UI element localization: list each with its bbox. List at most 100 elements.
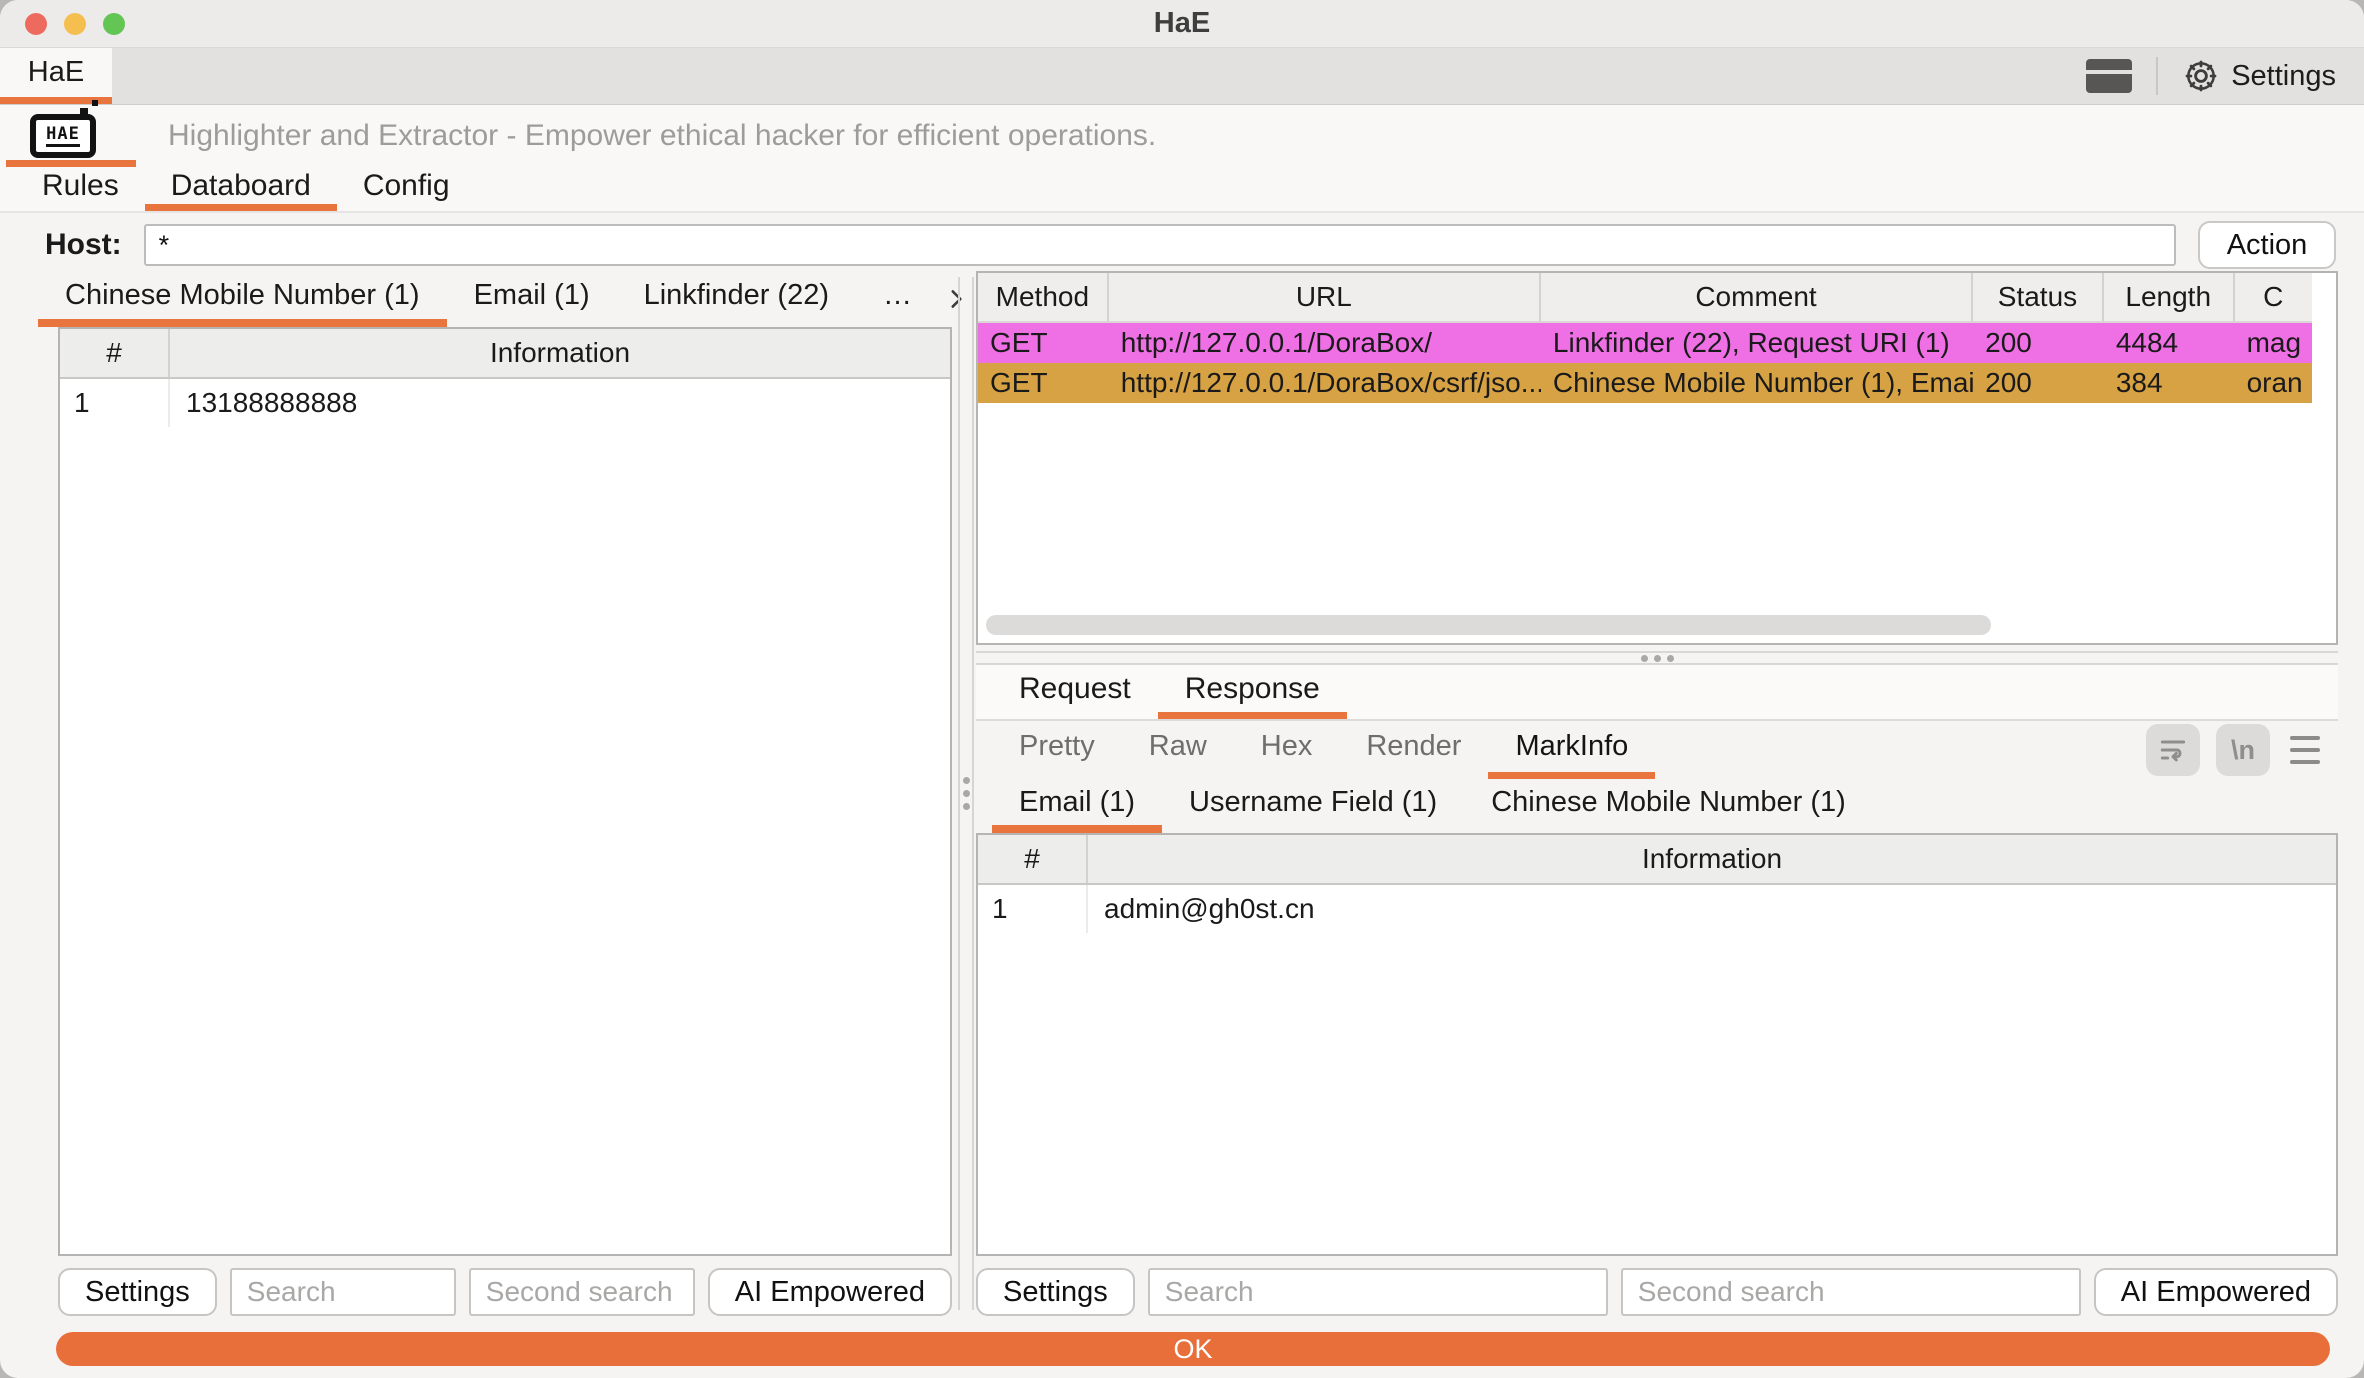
column-header-url[interactable]: URL — [1109, 273, 1541, 321]
traffic-lights — [25, 13, 125, 35]
column-header-color[interactable]: C — [2235, 273, 2312, 321]
tab-linkfinder[interactable]: Linkfinder (22) — [617, 271, 856, 327]
main-content: Chinese Mobile Number (1) Email (1) Link… — [0, 271, 2364, 1320]
section-tab-bar: Rules Databoard Config — [0, 167, 2364, 213]
column-header-method[interactable]: Method — [978, 273, 1109, 321]
cell-length: 4484 — [2104, 323, 2235, 363]
host-label: Host: — [45, 228, 122, 262]
tab-pretty[interactable]: Pretty — [992, 721, 1122, 779]
minimize-window-icon[interactable] — [64, 13, 86, 35]
tab-request[interactable]: Request — [992, 665, 1158, 719]
tab-raw[interactable]: Raw — [1122, 721, 1234, 779]
tab-render[interactable]: Render — [1339, 721, 1488, 779]
ai-empowered-button[interactable]: AI Empowered — [2094, 1268, 2338, 1316]
markinfo-tab-bar: Email (1) Username Field (1) Chinese Mob… — [976, 779, 2338, 833]
host-filter-bar: Host: Action — [0, 213, 2364, 271]
requests-table-header: Method URL Comment Status Length C — [978, 273, 2312, 323]
cell-comment: Chinese Mobile Number (1), Emai... — [1541, 363, 1973, 403]
tab-chinese-mobile-number-result[interactable]: Chinese Mobile Number (1) — [1464, 779, 1873, 833]
requests-table-inner: Method URL Comment Status Length C GET h… — [978, 273, 2312, 403]
detach-window-icon[interactable] — [2086, 59, 2132, 93]
horizontal-scrollbar[interactable] — [986, 615, 1991, 635]
search-input[interactable] — [1148, 1268, 1608, 1316]
table-row[interactable]: 1 admin@gh0st.cn — [978, 885, 2336, 933]
settings-button[interactable]: Settings — [976, 1268, 1135, 1316]
table-header: # Information — [60, 329, 950, 379]
extension-tab-bar: HaE Settings — [0, 48, 2364, 105]
request-row[interactable]: GET http://127.0.0.1/DoraBox/ Linkfinder… — [978, 323, 2312, 363]
markinfo-footer: Settings AI Empowered — [976, 1268, 2338, 1316]
editor-menu-icon[interactable] — [2286, 736, 2324, 764]
message-tab-bar: Request Response — [976, 665, 2338, 721]
ai-empowered-button[interactable]: AI Empowered — [708, 1268, 952, 1316]
column-header-length[interactable]: Length — [2104, 273, 2235, 321]
column-header-number[interactable]: # — [978, 835, 1088, 883]
show-newlines-toggle[interactable]: \n — [2216, 724, 2270, 776]
gear-icon — [2182, 57, 2220, 95]
cell-status: 200 — [1973, 323, 2104, 363]
tab-username-field-result[interactable]: Username Field (1) — [1162, 779, 1464, 833]
tab-markinfo[interactable]: MarkInfo — [1488, 721, 1655, 779]
tab-response[interactable]: Response — [1158, 665, 1347, 719]
window-title: HaE — [0, 7, 2364, 40]
tab-hex[interactable]: Hex — [1234, 721, 1340, 779]
tab-config[interactable]: Config — [337, 167, 476, 211]
tab-chinese-mobile-number[interactable]: Chinese Mobile Number (1) — [38, 271, 447, 327]
column-header-number[interactable]: # — [60, 329, 170, 377]
tab-overflow-ellipsis[interactable]: … — [856, 271, 939, 327]
requests-pane: Method URL Comment Status Length C GET h… — [976, 271, 2338, 1316]
editor-toolbar: \n — [2146, 721, 2338, 779]
cell-comment: Linkfinder (22), Request URI (1) — [1541, 323, 1973, 363]
cell-number: 1 — [978, 885, 1088, 933]
cell-method: GET — [978, 323, 1109, 363]
cell-information: 13188888888 — [170, 379, 950, 427]
second-search-input[interactable] — [469, 1268, 695, 1316]
action-button[interactable]: Action — [2198, 221, 2336, 269]
close-window-icon[interactable] — [25, 13, 47, 35]
cell-color: mag — [2235, 323, 2312, 363]
settings-label: Settings — [2231, 60, 2336, 93]
datatable-footer: Settings AI Empowered — [58, 1268, 952, 1316]
status-bar: OK — [56, 1332, 2330, 1366]
horizontal-splitter[interactable] — [976, 651, 2338, 665]
app-window: HaE HaE Settings HAE Highlighter and Ext… — [0, 0, 2364, 1378]
datatable-pane: Chinese Mobile Number (1) Email (1) Link… — [0, 271, 958, 1316]
tab-email[interactable]: Email (1) — [447, 271, 617, 327]
information-table: # Information 1 13188888888 — [58, 327, 952, 1256]
column-header-information[interactable]: Information — [170, 329, 950, 377]
table-header: # Information — [978, 835, 2336, 885]
host-input[interactable] — [144, 224, 2176, 266]
tab-email-result[interactable]: Email (1) — [992, 779, 1162, 833]
requests-table: Method URL Comment Status Length C GET h… — [976, 271, 2338, 645]
status-label: OK — [1173, 1334, 1212, 1365]
column-header-status[interactable]: Status — [1973, 273, 2104, 321]
tab-databoard[interactable]: Databoard — [145, 167, 337, 211]
splitter-grip-icon — [963, 777, 970, 810]
splitter-grip-icon — [1641, 655, 1674, 662]
newline-icon: \n — [2231, 735, 2255, 766]
tab-bar-actions: Settings — [2086, 48, 2364, 104]
word-wrap-toggle[interactable] — [2146, 724, 2200, 776]
cell-length: 384 — [2104, 363, 2235, 403]
datatable-tab-bar: Chinese Mobile Number (1) Email (1) Link… — [38, 271, 958, 327]
request-row[interactable]: GET http://127.0.0.1/DoraBox/csrf/jso...… — [978, 363, 2312, 403]
hae-logo-icon[interactable]: HAE — [30, 114, 96, 158]
titlebar: HaE — [0, 0, 2364, 48]
tab-hae[interactable]: HaE — [0, 48, 112, 104]
cell-status: 200 — [1973, 363, 2104, 403]
column-header-comment[interactable]: Comment — [1541, 273, 1973, 321]
settings-button[interactable]: Settings — [58, 1268, 217, 1316]
column-header-information[interactable]: Information — [1088, 835, 2336, 883]
divider — [2156, 57, 2158, 95]
vertical-splitter[interactable] — [958, 277, 974, 1310]
second-search-input[interactable] — [1621, 1268, 2081, 1316]
tab-rules[interactable]: Rules — [16, 167, 145, 211]
table-row[interactable]: 1 13188888888 — [60, 379, 950, 427]
cell-method: GET — [978, 363, 1109, 403]
word-wrap-icon — [2157, 734, 2189, 766]
search-input[interactable] — [230, 1268, 456, 1316]
zoom-window-icon[interactable] — [103, 13, 125, 35]
settings-button[interactable]: Settings — [2182, 57, 2336, 95]
cell-number: 1 — [60, 379, 170, 427]
cell-information: admin@gh0st.cn — [1088, 885, 2336, 933]
